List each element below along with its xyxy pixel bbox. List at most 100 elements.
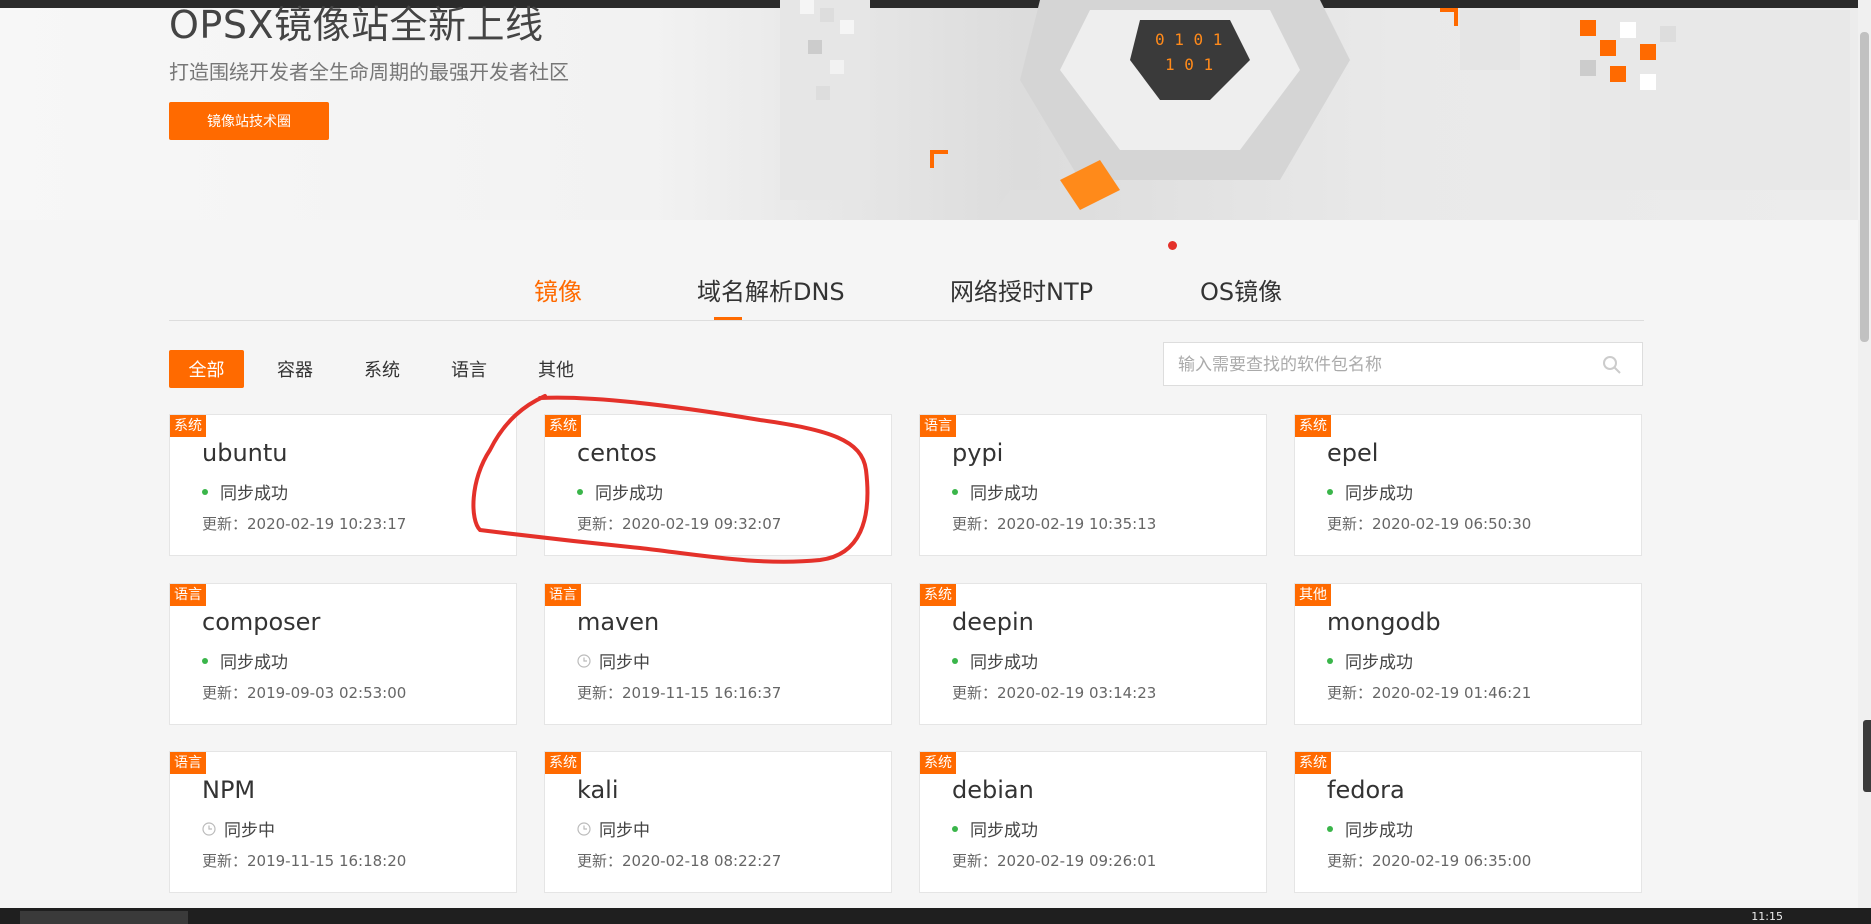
- sync-status-label: 同步成功: [1345, 653, 1413, 673]
- clock-icon: [577, 821, 591, 836]
- taskbar-active-app[interactable]: [20, 911, 188, 924]
- svg-text:1 0 1: 1 0 1: [1165, 55, 1213, 74]
- mirror-card[interactable]: 系统 epel 同步成功更新：2020-02-19 06:50:30: [1294, 414, 1642, 556]
- sync-status-label: 同步成功: [970, 484, 1038, 504]
- category-tag: 系统: [545, 752, 581, 774]
- sync-status-label: 同步成功: [1345, 484, 1413, 504]
- sync-status-label: 同步成功: [595, 484, 663, 504]
- category-tag: 系统: [920, 752, 956, 774]
- mirror-card[interactable]: 语言 composer 同步成功 更新：2019-09-03 02:53:00: [169, 583, 517, 725]
- hero-banner: 0 1 0 1 1 0 1 OPSX镜像站全新上线 打造围绕开发者全生命周期的最…: [0, 0, 1858, 220]
- filter-all[interactable]: 全部: [169, 350, 244, 388]
- search-icon[interactable]: [1602, 355, 1622, 375]
- tab-dns[interactable]: 域名解析DNS: [697, 272, 845, 307]
- mirror-name[interactable]: fedora: [1327, 776, 1405, 804]
- sync-status: 同步成功: [1327, 648, 1413, 673]
- last-updated: 更新：2020-02-18 08:22:27: [577, 852, 782, 870]
- mirror-card[interactable]: 系统 centos 同步成功更新：2020-02-19 09:32:07: [544, 414, 892, 556]
- last-updated: 更新：2020-02-19 06:35:00: [1327, 852, 1532, 870]
- mirror-card[interactable]: 语言 maven 同步中 更新：2019-11-15 16:16:37: [544, 583, 892, 725]
- scrollbar-thumb[interactable]: [1860, 32, 1869, 342]
- filter-language[interactable]: 语言: [444, 350, 494, 388]
- sync-status-label: 同步成功: [220, 484, 288, 504]
- mirror-card[interactable]: 系统 deepin 同步成功更新：2020-02-19 03:14:23: [919, 583, 1267, 725]
- tab-os-images[interactable]: OS镜像: [1200, 272, 1282, 307]
- last-updated: 更新：2020-02-19 10:35:13: [952, 515, 1157, 533]
- category-tag: 系统: [545, 415, 581, 437]
- mirror-name[interactable]: pypi: [952, 439, 1003, 467]
- sync-status-label: 同步成功: [220, 653, 288, 673]
- success-dot-icon: [1327, 657, 1333, 664]
- banner-subtitle: 打造围绕开发者全生命周期的最强开发者社区: [169, 60, 569, 84]
- last-updated: 更新：2020-02-19 09:32:07: [577, 515, 782, 533]
- category-tag: 语言: [170, 752, 206, 774]
- tech-circle-button[interactable]: 镜像站技术圈: [169, 102, 329, 140]
- taskbar-clock: 11:15: [1751, 910, 1783, 923]
- mirror-card[interactable]: 系统 ubuntu 同步成功更新：2020-02-19 10:23:17: [169, 414, 517, 556]
- last-updated: 更新：2019-11-15 16:18:20: [202, 852, 407, 870]
- filter-system[interactable]: 系统: [357, 350, 407, 388]
- last-updated: 更新：2020-02-19 03:14:23: [952, 684, 1157, 702]
- sync-status-label: 同步成功: [970, 821, 1038, 841]
- sync-status: 同步成功: [952, 648, 1038, 673]
- mirror-name[interactable]: ubuntu: [202, 439, 288, 467]
- mirror-name[interactable]: mongodb: [1327, 608, 1441, 636]
- search-input[interactable]: [1176, 343, 1580, 387]
- sync-status: 同步成功: [577, 479, 663, 504]
- sync-status-label: 同步成功: [970, 653, 1038, 673]
- mirror-card[interactable]: 系统 fedora 同步成功 更新：2020-02-19 06:35:00: [1294, 751, 1642, 893]
- last-updated: 更新：2020-02-19 06:50:30: [1327, 515, 1532, 533]
- clock-icon: [577, 653, 591, 668]
- filter-container[interactable]: 容器: [270, 350, 320, 388]
- sync-status: 同步中: [577, 816, 650, 841]
- category-tag: 其他: [1295, 584, 1331, 606]
- mirror-name[interactable]: composer: [202, 608, 320, 636]
- success-dot-icon: [1327, 488, 1333, 495]
- mirror-name[interactable]: epel: [1327, 439, 1378, 467]
- tab-ntp[interactable]: 网络授时NTP: [950, 272, 1093, 307]
- mirror-card[interactable]: 系统 debian 同步成功更新：2020-02-19 09:26:01: [919, 751, 1267, 893]
- mirror-name[interactable]: NPM: [202, 776, 255, 804]
- mirror-card[interactable]: 系统 kali 同步中更新：2020-02-18 08:22:27: [544, 751, 892, 893]
- side-panel-handle[interactable]: [1863, 720, 1871, 792]
- sync-status: 同步成功: [952, 479, 1038, 504]
- svg-text:0 1 0 1: 0 1 0 1: [1155, 30, 1222, 49]
- success-dot-icon: [952, 825, 958, 832]
- success-dot-icon: [1327, 825, 1333, 832]
- mirror-card[interactable]: 语言 pypi 同步成功更新：2020-02-19 10:35:13: [919, 414, 1267, 556]
- success-dot-icon: [952, 488, 958, 495]
- sync-status-label: 同步中: [224, 821, 275, 841]
- sync-status: 同步成功: [1327, 479, 1413, 504]
- mirror-card[interactable]: 其他 mongodb 同步成功 更新：2020-02-19 01:46:21: [1294, 583, 1642, 725]
- mirror-name[interactable]: kali: [577, 776, 619, 804]
- success-dot-icon: [202, 488, 208, 495]
- category-tag: 系统: [920, 584, 956, 606]
- success-dot-icon: [577, 488, 583, 495]
- category-tag: 语言: [545, 584, 581, 606]
- main-tabs: 镜像 域名解析DNS 网络授时NTP OS镜像: [169, 268, 1644, 321]
- mirror-name[interactable]: centos: [577, 439, 657, 467]
- sync-status: 同步成功: [952, 816, 1038, 841]
- sync-status-label: 同步中: [599, 653, 650, 673]
- search-box: [1163, 342, 1643, 387]
- category-tag: 语言: [170, 584, 206, 606]
- mirror-name[interactable]: debian: [952, 776, 1034, 804]
- mirror-name[interactable]: deepin: [952, 608, 1034, 636]
- last-updated: 更新：2020-02-19 09:26:01: [952, 852, 1157, 870]
- category-tag: 系统: [170, 415, 206, 437]
- last-updated: 更新：2020-02-19 10:23:17: [202, 515, 407, 533]
- hero-illustration: 0 1 0 1 1 0 1: [780, 0, 1850, 220]
- category-tag: 系统: [1295, 415, 1331, 437]
- carousel-indicator[interactable]: [1168, 241, 1177, 250]
- filter-other[interactable]: 其他: [531, 350, 581, 388]
- mirror-name[interactable]: maven: [577, 608, 659, 636]
- category-tag: 语言: [920, 415, 956, 437]
- category-tag: 系统: [1295, 752, 1331, 774]
- mirror-card[interactable]: 语言 NPM 同步中更新：2019-11-15 16:18:20: [169, 751, 517, 893]
- sync-status-label: 同步中: [599, 821, 650, 841]
- active-tab-indicator: [714, 317, 742, 320]
- success-dot-icon: [952, 657, 958, 664]
- tab-mirrors[interactable]: 镜像: [534, 272, 582, 307]
- os-taskbar: 11:15: [0, 908, 1871, 924]
- sync-status: 同步成功: [202, 648, 288, 673]
